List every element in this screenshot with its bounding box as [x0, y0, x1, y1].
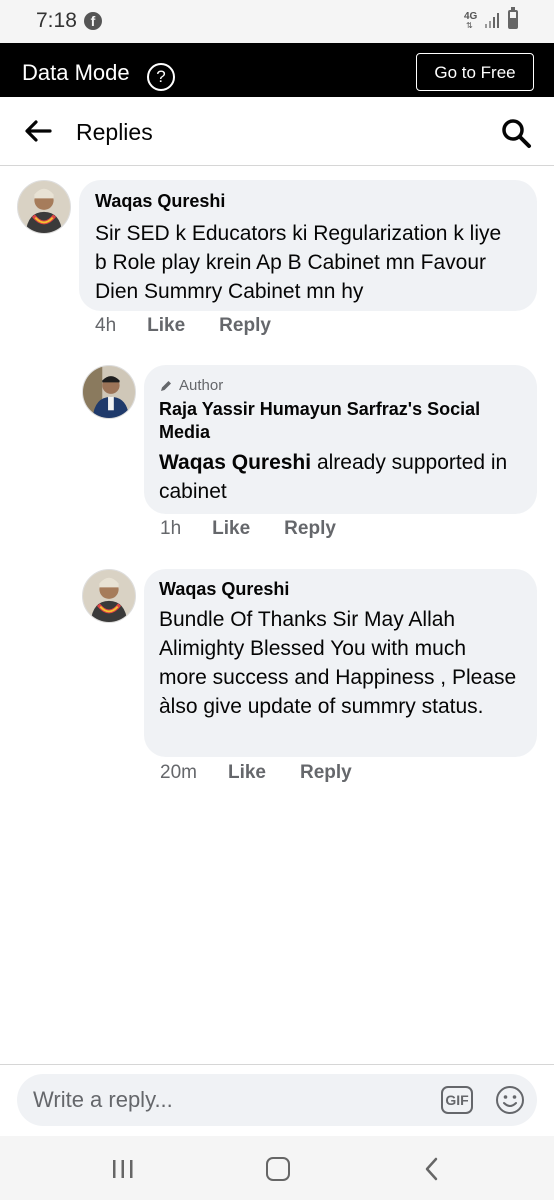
page-title: Replies: [76, 119, 153, 145]
search-icon[interactable]: [500, 117, 532, 149]
recent-apps-icon[interactable]: [112, 1160, 134, 1178]
mention-link[interactable]: Waqas Qureshi: [159, 451, 311, 474]
comment-actions: 20m Like Reply: [160, 762, 352, 784]
comment-author[interactable]: Raja Yassir Humayun Sarfraz's Social Med…: [159, 398, 524, 444]
reply-button[interactable]: Reply: [219, 315, 271, 337]
header: Replies: [0, 97, 554, 166]
reply-button[interactable]: Reply: [284, 518, 336, 540]
comment-time: 4h: [95, 315, 117, 336]
comment-actions: 1h Like Reply: [160, 518, 336, 540]
back-icon[interactable]: [424, 1157, 440, 1181]
gif-icon[interactable]: GIF: [441, 1086, 473, 1114]
go-to-free-button[interactable]: Go to Free: [416, 53, 534, 91]
comment-time: 20m: [160, 762, 197, 783]
facebook-icon: f: [84, 12, 102, 30]
comment-bubble[interactable]: Waqas Qureshi Sir SED k Educators ki Reg…: [79, 180, 537, 311]
avatar[interactable]: [82, 365, 136, 419]
comment-text: Sir SED k Educators ki Regularization k …: [95, 222, 502, 303]
comment-bubble[interactable]: Author Raja Yassir Humayun Sarfraz's Soc…: [144, 365, 537, 514]
author-badge-label: Author: [179, 377, 224, 394]
home-icon[interactable]: [266, 1157, 290, 1181]
comment-author[interactable]: Waqas Qureshi: [95, 190, 521, 213]
help-icon[interactable]: ?: [147, 63, 175, 91]
like-button[interactable]: Like: [212, 518, 250, 540]
reply-input-placeholder[interactable]: Write a reply...: [33, 1087, 173, 1113]
like-button[interactable]: Like: [228, 762, 266, 784]
reply-button[interactable]: Reply: [300, 762, 352, 784]
avatar[interactable]: [17, 180, 71, 234]
battery-icon: [508, 7, 518, 29]
comment-bubble[interactable]: Waqas Qureshi Bundle Of Thanks Sir May A…: [144, 569, 537, 757]
data-mode-label: Data Mode: [22, 60, 130, 85]
like-button[interactable]: Like: [147, 315, 185, 337]
back-arrow-icon[interactable]: [24, 119, 52, 143]
status-bar: 7:18 f 4G ⇅: [0, 0, 554, 43]
comment-time: 1h: [160, 518, 182, 539]
data-arrows-icon: ⇅: [466, 21, 473, 30]
emoji-icon[interactable]: [495, 1085, 525, 1115]
signal-icon: [485, 13, 499, 28]
comment-text: Waqas Qureshi already supported in cabin…: [159, 448, 524, 506]
comment-text: Bundle Of Thanks Sir May Allah Alimighty…: [159, 608, 517, 718]
author-badge: Author: [159, 377, 522, 395]
status-time: 7:18: [36, 9, 77, 32]
comment-author[interactable]: Waqas Qureshi: [159, 578, 522, 601]
comment-actions: 4h Like Reply: [95, 315, 271, 337]
pencil-icon: [161, 381, 171, 391]
avatar[interactable]: [82, 569, 136, 623]
